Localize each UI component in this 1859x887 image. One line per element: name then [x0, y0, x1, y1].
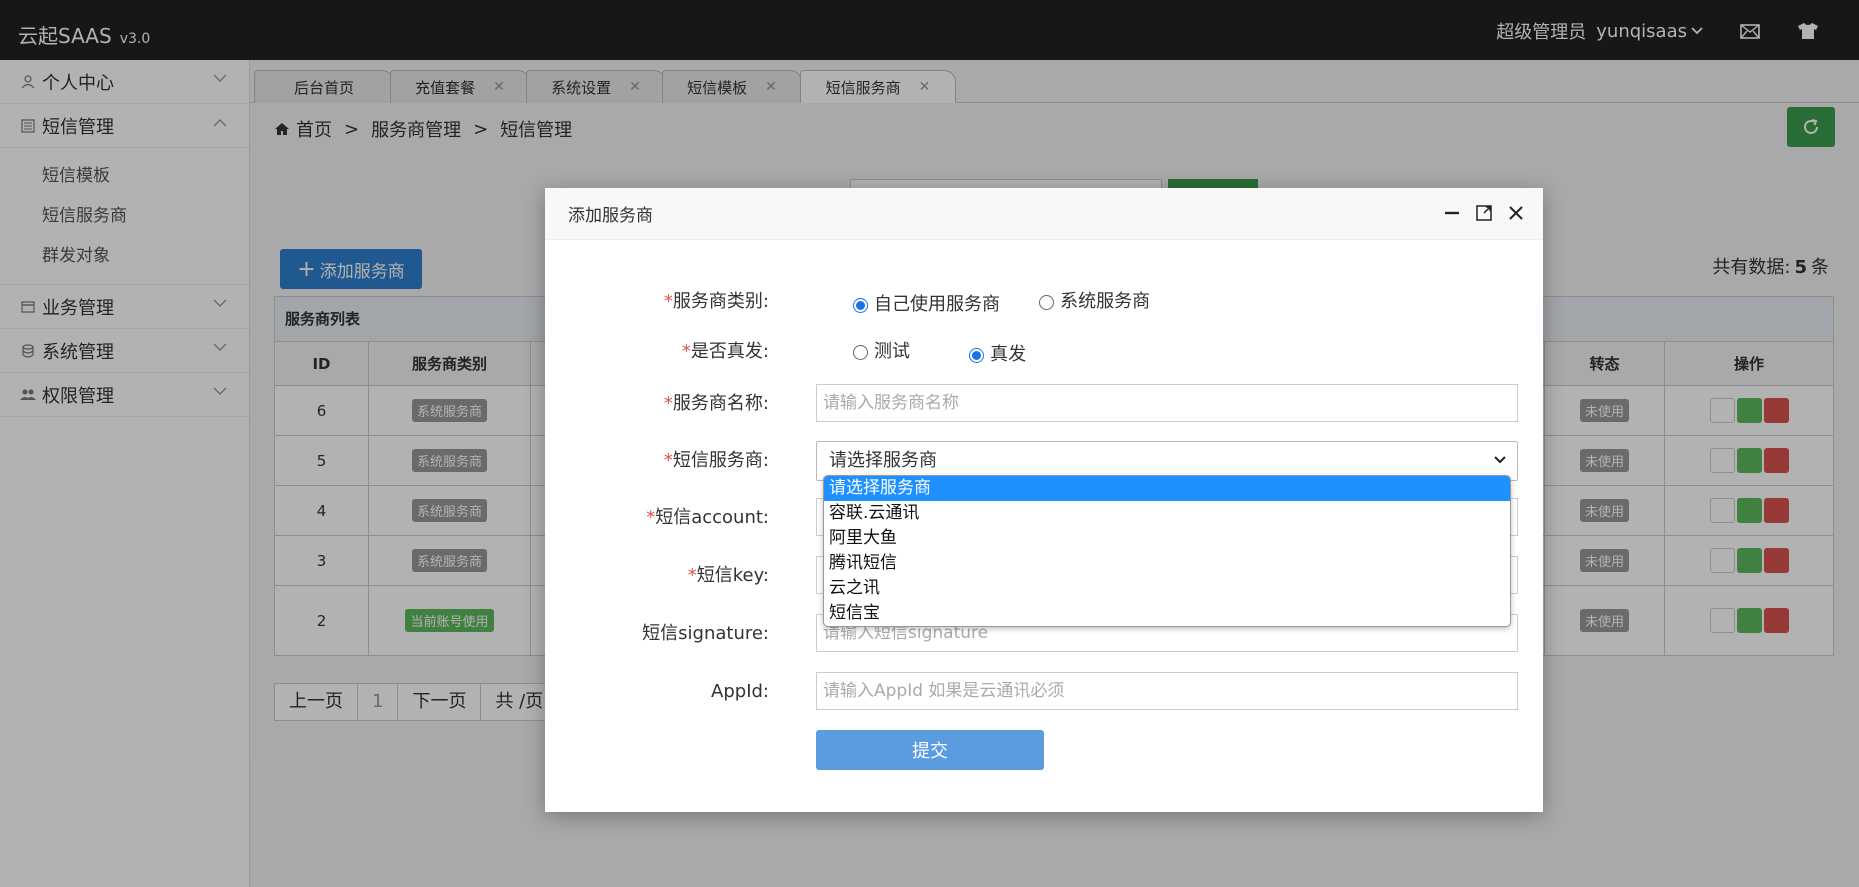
- dropdown-option[interactable]: 腾讯短信: [824, 551, 1510, 576]
- radio-label: 系统服务商: [1060, 291, 1151, 312]
- provider-dropdown-list: 请选择服务商 容联.云通讯 阿里大鱼 腾讯短信 云之讯 短信宝: [823, 475, 1511, 627]
- field-label: 短信account:: [655, 507, 769, 528]
- required-mark: *: [663, 291, 673, 312]
- submit-button[interactable]: 提交: [816, 730, 1044, 770]
- chevron-down-icon: [1494, 456, 1506, 464]
- minimize-icon[interactable]: [1441, 202, 1463, 224]
- required-mark: *: [681, 341, 691, 362]
- appid-input[interactable]: 请输入AppId 如果是云通讯必须: [816, 672, 1518, 710]
- dialog-title: 添加服务商: [568, 206, 653, 226]
- provider-name-input[interactable]: 请输入服务商名称: [816, 384, 1518, 422]
- field-appid: AppId: 请输入AppId 如果是云通讯必须: [545, 672, 1543, 712]
- dropdown-option[interactable]: 容联.云通讯: [824, 501, 1510, 526]
- field-label: AppId:: [711, 681, 769, 702]
- provider-select-value: 请选择服务商: [829, 450, 937, 471]
- field-label: 短信key:: [696, 565, 769, 586]
- radio-self-provider[interactable]: 自己使用服务商: [853, 285, 1000, 325]
- radio-system-provider[interactable]: 系统服务商: [1039, 282, 1150, 322]
- maximize-icon[interactable]: [1473, 202, 1495, 224]
- close-icon[interactable]: [1505, 202, 1527, 224]
- required-mark: *: [663, 393, 673, 414]
- field-name: *服务商名称: 请输入服务商名称: [545, 384, 1543, 424]
- radio-circle: [853, 297, 868, 313]
- dropdown-option[interactable]: 请选择服务商: [824, 476, 1510, 501]
- required-mark: *: [687, 565, 697, 586]
- field-label: 服务商名称:: [672, 393, 769, 414]
- field-category: *服务商类别: 自己使用服务商 系统服务商: [545, 282, 1543, 322]
- field-label: 短信signature:: [642, 623, 769, 644]
- dropdown-option[interactable]: 阿里大鱼: [824, 526, 1510, 551]
- radio-circle: [853, 344, 868, 360]
- radio-test[interactable]: 测试: [853, 332, 910, 372]
- field-label: 是否真发:: [690, 341, 769, 362]
- field-real-send: *是否真发: 测试 真发: [545, 332, 1543, 372]
- radio-circle: [1039, 294, 1055, 310]
- field-label: 短信服务商:: [672, 450, 769, 471]
- field-label: 服务商类别:: [672, 291, 769, 312]
- radio-real[interactable]: 真发: [969, 335, 1026, 375]
- dropdown-option[interactable]: 云之讯: [824, 576, 1510, 601]
- dropdown-option[interactable]: 短信宝: [824, 601, 1510, 626]
- radio-circle: [969, 347, 985, 363]
- required-mark: *: [646, 507, 656, 528]
- required-mark: *: [663, 450, 673, 471]
- radio-label: 自己使用服务商: [874, 294, 1000, 315]
- radio-label: 真发: [990, 344, 1027, 365]
- radio-label: 测试: [874, 341, 910, 362]
- dialog-header: 添加服务商: [545, 188, 1543, 240]
